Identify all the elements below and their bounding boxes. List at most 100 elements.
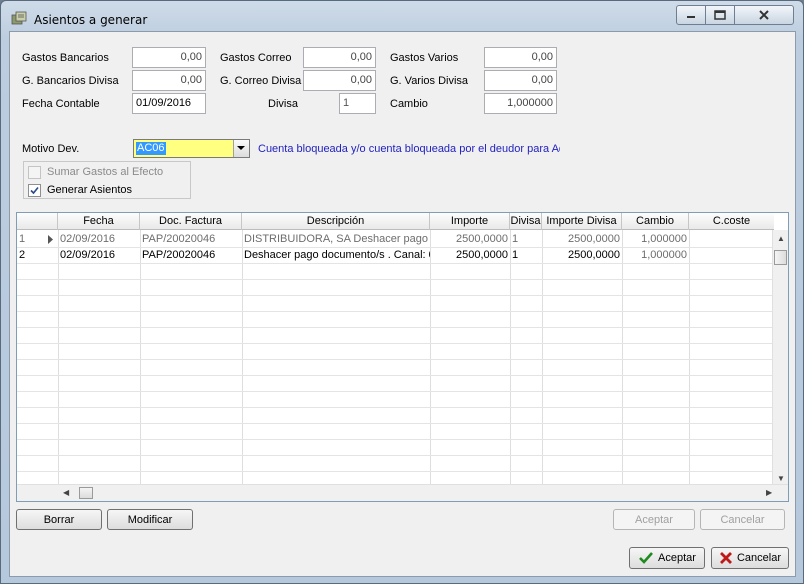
grid-row-line <box>17 423 774 424</box>
g-bancarios-divisa-field[interactable]: 0,00 <box>132 70 206 91</box>
checkmark-icon <box>639 552 654 564</box>
cambio-label: Cambio <box>390 98 428 110</box>
col-header-cambio[interactable]: Cambio <box>622 213 689 230</box>
sumar-gastos-box[interactable] <box>28 165 41 179</box>
col-header-importe[interactable]: Importe <box>430 213 510 230</box>
g-bancarios-divisa-label: G. Bancarios Divisa <box>22 75 119 87</box>
minimize-icon <box>687 16 695 18</box>
scroll-left-icon[interactable]: ◀ <box>63 488 69 497</box>
options-group: Sumar Gastos al Efecto Generar Asientos <box>23 161 191 199</box>
col-header-doc-factura[interactable]: Doc. Factura <box>140 213 242 230</box>
grid-row-line <box>17 391 774 392</box>
cancel-x-icon <box>719 552 732 564</box>
cambio-field[interactable]: 1,000000 <box>484 93 557 114</box>
grid-row-line <box>17 343 774 344</box>
fecha-contable-label: Fecha Contable <box>22 98 100 110</box>
generar-asientos-label: Generar Asientos <box>47 184 132 196</box>
grid-col-line <box>242 230 243 484</box>
cell-ccoste[interactable] <box>689 247 774 263</box>
cell-importe[interactable]: 2500,0000 <box>430 247 510 263</box>
scroll-up-icon[interactable]: ▲ <box>777 234 785 243</box>
cell-doc-factura[interactable]: PAP/20020046 <box>140 231 242 247</box>
cell-fecha[interactable]: 02/09/2016 <box>58 247 140 263</box>
vertical-scroll-thumb[interactable] <box>774 250 787 265</box>
cell-descripcion[interactable]: DISTRIBUIDORA, SA Deshacer pago <box>242 231 430 247</box>
close-icon <box>759 10 769 20</box>
g-varios-divisa-label: G. Varios Divisa <box>390 75 469 87</box>
generar-asientos-box[interactable] <box>28 183 41 197</box>
vertical-scrollbar[interactable]: ▲ ▼ <box>772 230 788 486</box>
cell-fecha[interactable]: 02/09/2016 <box>58 231 140 247</box>
col-header-divisa[interactable]: Divisa <box>510 213 542 230</box>
cell-ccoste[interactable] <box>689 231 774 247</box>
aceptar-grid-button[interactable]: Aceptar <box>613 509 695 530</box>
gastos-bancarios-label: Gastos Bancarios <box>22 52 109 64</box>
grid-col-line <box>58 230 59 484</box>
gastos-correo-field[interactable]: 0,00 <box>303 47 376 68</box>
cell-divisa[interactable]: 1 <box>510 247 542 263</box>
gastos-varios-field[interactable]: 0,00 <box>484 47 557 68</box>
cell-importe-divisa[interactable]: 2500,0000 <box>542 231 622 247</box>
col-header-descripcion[interactable]: Descripción <box>242 213 430 230</box>
grid-row-line <box>17 279 774 280</box>
cell-cambio[interactable]: 1,000000 <box>622 231 689 247</box>
scroll-right-icon[interactable]: ▶ <box>766 488 772 497</box>
chevron-down-icon <box>237 146 245 150</box>
app-icon <box>11 11 27 25</box>
modificar-label: Modificar <box>127 513 173 526</box>
motivo-description: Cuenta bloqueada y/o cuenta bloqueada po… <box>258 143 560 155</box>
cell-importe-divisa[interactable]: 2500,0000 <box>542 247 622 263</box>
window-title: Asientos a generar <box>34 13 148 27</box>
gastos-bancarios-field[interactable]: 0,00 <box>132 47 206 68</box>
table-row[interactable]: 2 02/09/2016 PAP/20020046 Deshacer pago … <box>17 247 774 263</box>
cancelar-grid-label: Cancelar <box>720 513 765 526</box>
grid-row-line <box>17 407 774 408</box>
cancelar-grid-button[interactable]: Cancelar <box>700 509 785 530</box>
maximize-button[interactable] <box>705 5 735 25</box>
horizontal-scroll-thumb[interactable] <box>79 487 93 499</box>
grid-row-line <box>17 327 774 328</box>
borrar-button[interactable]: Borrar <box>16 509 102 530</box>
sumar-gastos-checkbox[interactable]: Sumar Gastos al Efecto <box>28 164 163 180</box>
motivo-dev-combo[interactable]: AC06 <box>133 139 250 158</box>
cell-divisa[interactable]: 1 <box>510 231 542 247</box>
grid-row-line <box>17 359 774 360</box>
table-row[interactable]: 1 02/09/2016 PAP/20020046 DISTRIBUIDORA,… <box>17 231 774 247</box>
row-number: 1 <box>19 233 26 245</box>
gastos-varios-label: Gastos Varios <box>390 52 459 64</box>
col-header-importe-divisa[interactable]: Importe Divisa <box>542 213 622 230</box>
cell-cambio[interactable]: 1,000000 <box>622 247 689 263</box>
dialog-content: Gastos Bancarios 0,00 Gastos Correo 0,00… <box>9 31 796 577</box>
generar-asientos-checkbox[interactable]: Generar Asientos <box>28 182 132 198</box>
col-header-fecha[interactable]: Fecha <box>58 213 140 230</box>
cancelar-button[interactable]: Cancelar <box>711 547 789 569</box>
row-number: 2 <box>19 249 26 261</box>
grid-row-line <box>17 471 774 472</box>
dialog-window: Asientos a generar Gastos Bancarios 0,00… <box>0 0 804 584</box>
divisa-field[interactable]: 1 <box>339 93 376 114</box>
divisa-label: Divisa <box>268 98 298 110</box>
indicator-header <box>17 213 58 230</box>
scroll-down-icon[interactable]: ▼ <box>777 474 785 483</box>
cell-importe[interactable]: 2500,0000 <box>430 231 510 247</box>
cell-descripcion[interactable]: Deshacer pago documento/s . Canal: 0 <box>242 247 430 263</box>
cell-doc-factura[interactable]: PAP/20020046 <box>140 247 242 263</box>
close-button[interactable] <box>734 5 794 25</box>
asientos-grid[interactable]: Fecha Doc. Factura Descripción Importe D… <box>16 212 789 502</box>
aceptar-button[interactable]: Aceptar <box>629 547 705 569</box>
horizontal-scrollbar[interactable]: ◀ ▶ <box>17 484 788 501</box>
motivo-dropdown-button[interactable] <box>233 140 249 157</box>
minimize-button[interactable] <box>676 5 706 25</box>
grid-col-line <box>622 230 623 484</box>
g-correo-divisa-field[interactable]: 0,00 <box>303 70 376 91</box>
modificar-button[interactable]: Modificar <box>107 509 193 530</box>
col-header-ccoste[interactable]: C.coste <box>689 213 774 230</box>
grid-col-line <box>510 230 511 484</box>
grid-col-line <box>542 230 543 484</box>
title-bar[interactable]: Asientos a generar <box>1 1 803 33</box>
fecha-contable-field[interactable]: 01/09/2016 <box>132 93 206 114</box>
aceptar-label: Aceptar <box>658 552 696 564</box>
grid-row-line <box>17 439 774 440</box>
g-varios-divisa-field[interactable]: 0,00 <box>484 70 557 91</box>
borrar-label: Borrar <box>43 513 75 526</box>
